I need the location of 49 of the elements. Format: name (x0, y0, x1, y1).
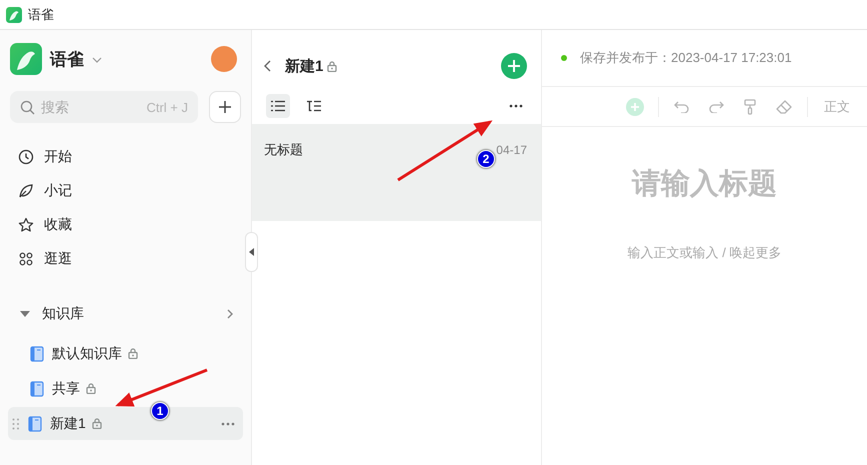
library-item[interactable]: 共享 (52, 380, 80, 398)
eraser-icon[interactable] (776, 100, 792, 114)
body-field[interactable]: 输入正文或输入 / 唤起更多 (594, 245, 814, 260)
doc-date: 04-17 (496, 143, 527, 159)
redo-icon[interactable] (708, 100, 724, 112)
library-item[interactable]: 新建1 (50, 414, 86, 432)
shortcut-hint: Ctrl + J (146, 100, 188, 114)
back-icon[interactable] (264, 60, 271, 72)
status-dot (561, 55, 567, 61)
collapse-handle[interactable] (245, 232, 258, 272)
new-doc-button[interactable] (501, 53, 527, 79)
nav-item[interactable]: 收藏 (44, 216, 72, 234)
nav-item[interactable]: 逛逛 (44, 250, 72, 268)
undo-icon[interactable] (674, 100, 690, 112)
triangle-left-icon (249, 248, 254, 256)
chevron-right-icon[interactable] (227, 309, 233, 319)
more-icon[interactable] (509, 104, 523, 108)
leaf-icon (18, 183, 34, 199)
book-icon (30, 346, 44, 362)
clock-icon (18, 149, 34, 165)
app-logo-icon (6, 6, 22, 22)
section-title[interactable]: 知识库 (42, 305, 84, 323)
brand-name: 语雀 (50, 48, 84, 70)
view-toggle[interactable] (266, 94, 290, 118)
plus-icon (507, 59, 521, 73)
star-icon (18, 217, 34, 233)
doc-title[interactable]: 无标题 (264, 141, 303, 221)
tree-list-icon (307, 100, 321, 112)
book-icon (28, 416, 42, 432)
paint-roller-icon[interactable] (744, 98, 756, 114)
search-field[interactable]: 搜索 (41, 99, 121, 115)
triangle-down-icon[interactable] (20, 311, 30, 317)
app-logo-icon (10, 43, 42, 75)
add-button[interactable] (209, 91, 241, 123)
save-status: 保存并发布于：2023-04-17 17:23:01 (580, 49, 792, 67)
book-icon (30, 380, 44, 396)
nav-item[interactable]: 小记 (44, 182, 72, 200)
library-item[interactable]: 默认知识库 (52, 344, 122, 362)
chevron-down-icon[interactable] (92, 57, 102, 63)
search-icon (20, 100, 35, 114)
avatar[interactable] (211, 46, 237, 72)
title-field[interactable]: 请输入标题 (584, 168, 824, 201)
plus-icon (218, 100, 232, 114)
drag-handle-icon[interactable] (12, 418, 20, 430)
window-title: 语雀 (28, 6, 54, 24)
nav-item[interactable]: 开始 (44, 148, 72, 166)
list-title: 新建1 (285, 56, 324, 76)
grid-icon (18, 251, 34, 267)
list-icon (271, 100, 285, 112)
